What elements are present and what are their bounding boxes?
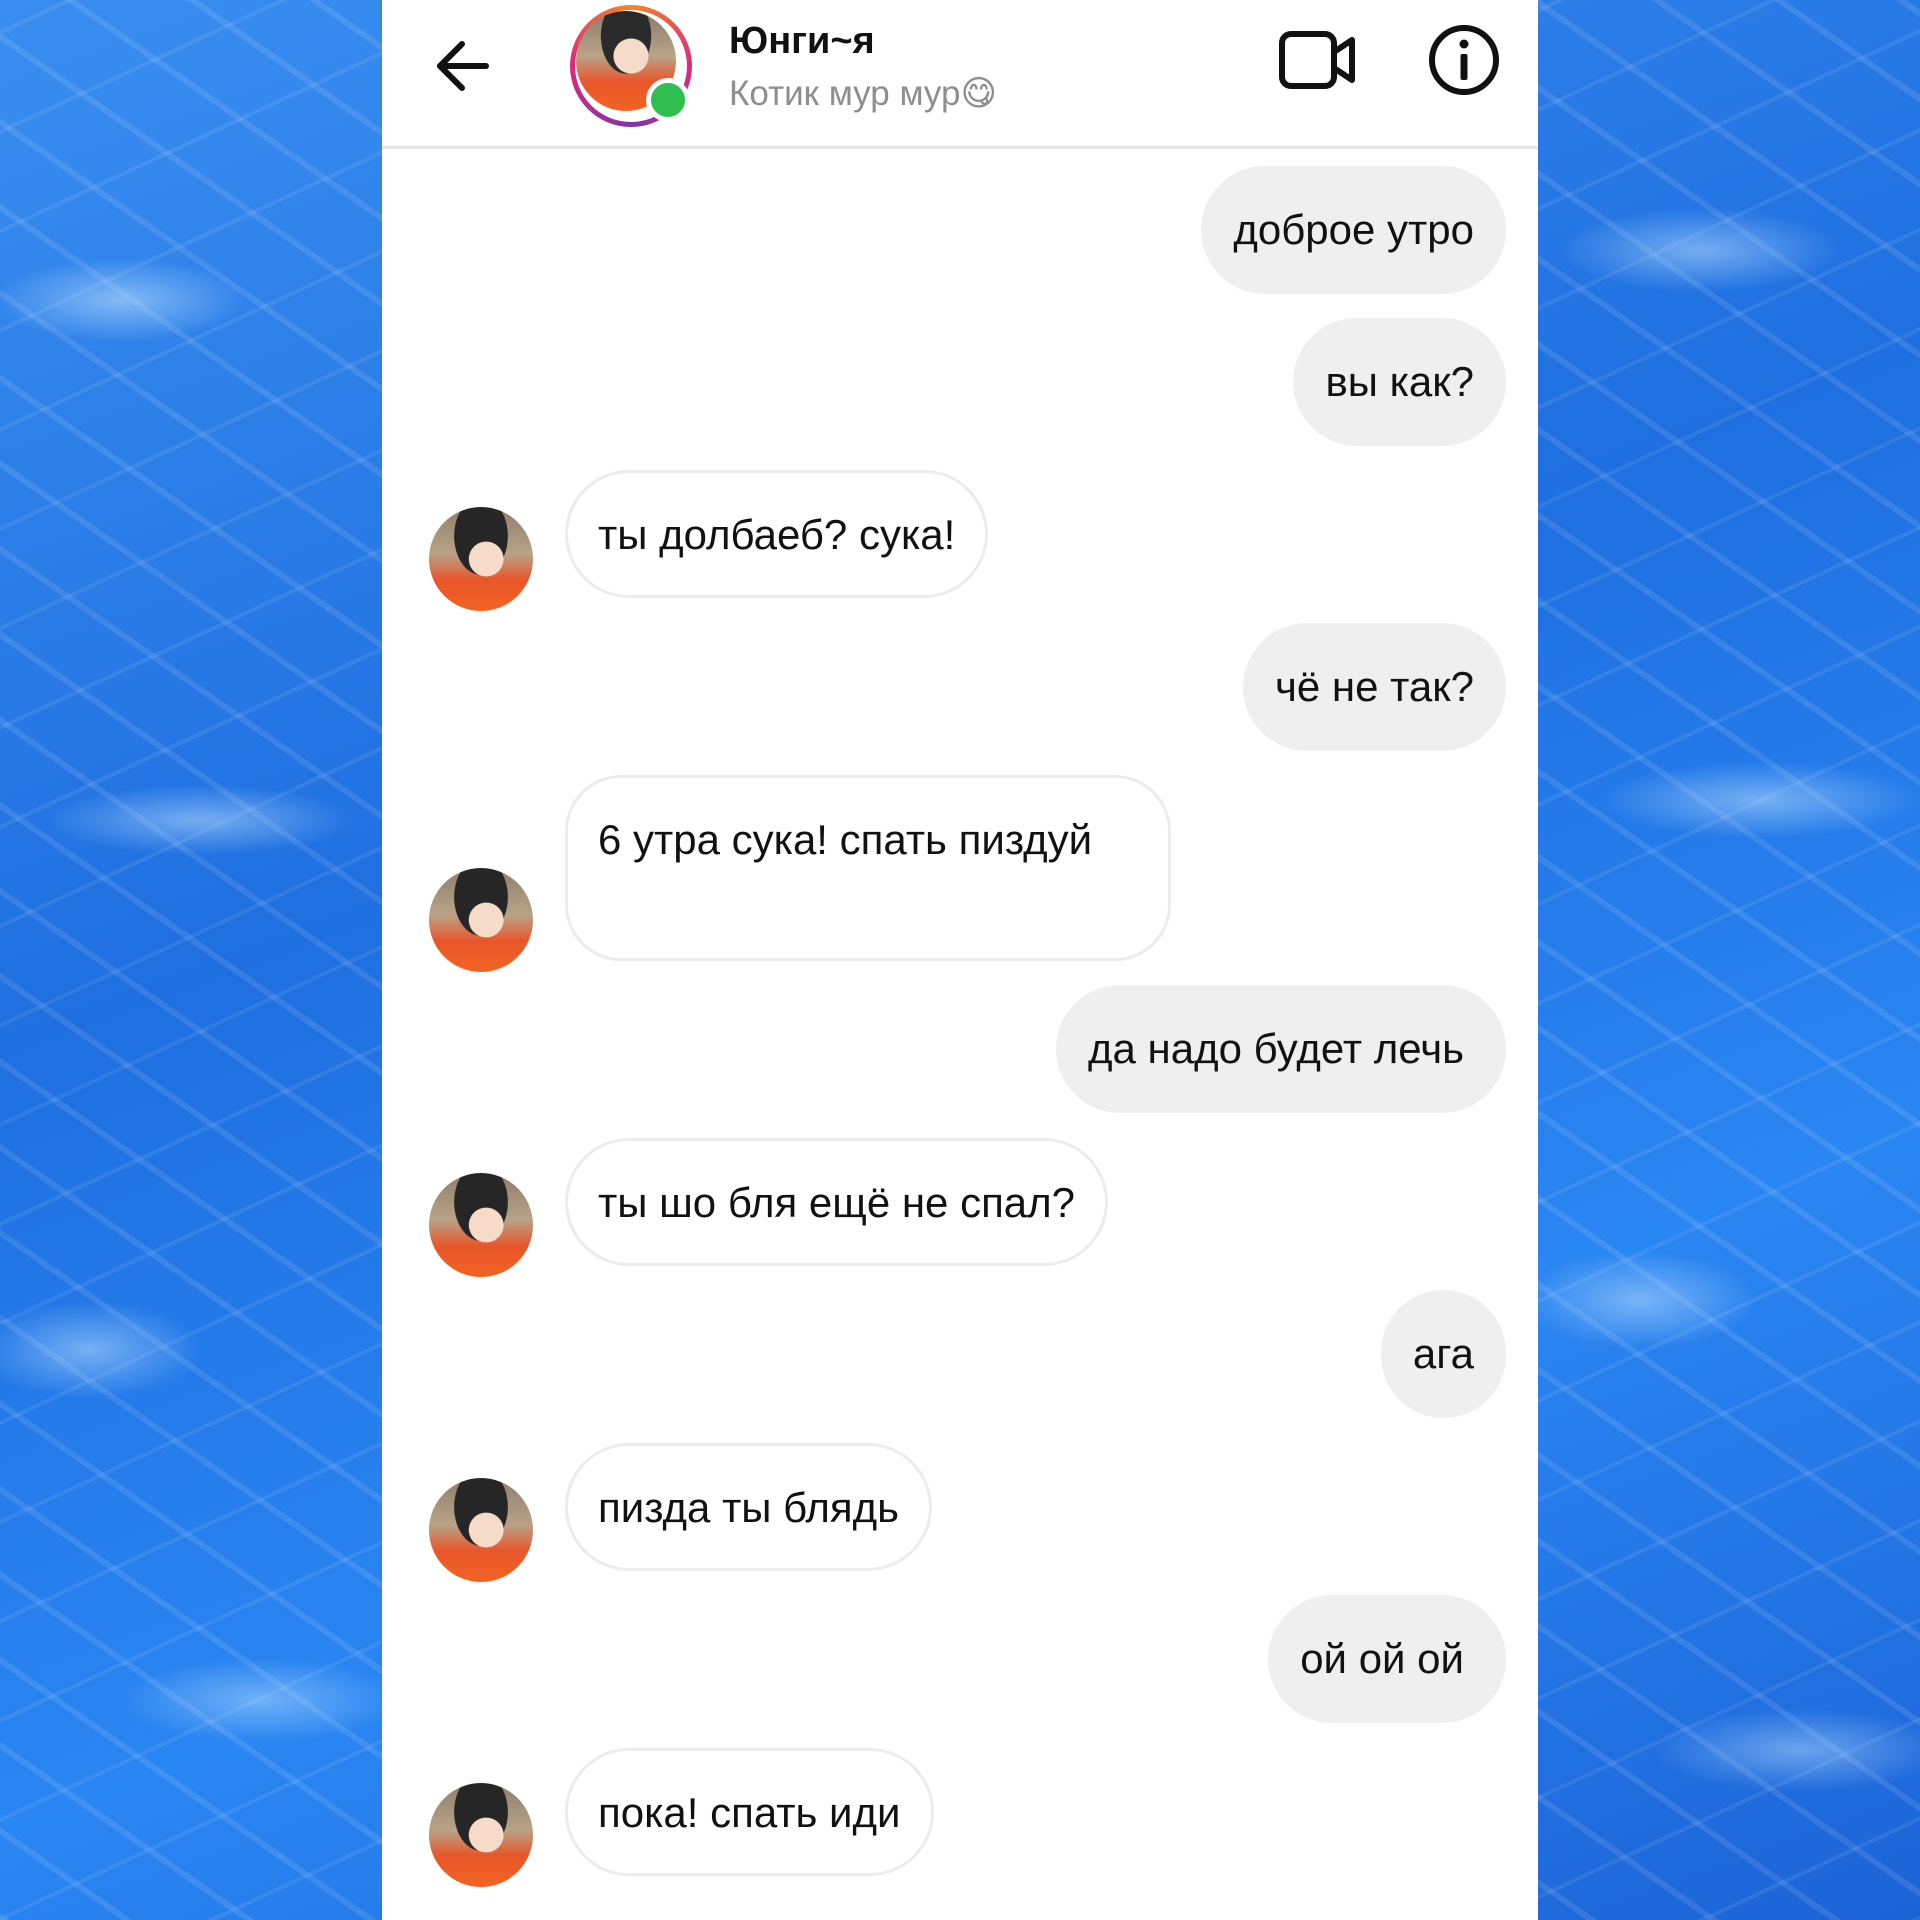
contact-name[interactable]: Юнги~я [729, 20, 875, 63]
info-button[interactable] [1428, 24, 1500, 96]
arrow-left-icon [437, 41, 489, 91]
sender-avatar[interactable] [429, 868, 533, 972]
message-incoming[interactable]: пизда ты блядь [565, 1443, 932, 1571]
info-icon [1429, 25, 1499, 95]
message-incoming[interactable]: ты долбаеб? сука! [565, 470, 989, 598]
sender-avatar[interactable] [429, 507, 533, 611]
chat-header: Юнги~я Котик мур мур😋 [382, 0, 1538, 149]
message-outgoing[interactable]: да надо будет лечь [1056, 985, 1506, 1113]
message-incoming[interactable]: 6 утра сука! спать пиздуй [565, 775, 1171, 961]
back-button[interactable] [432, 38, 492, 94]
message-incoming[interactable]: пока! спать иди [565, 1748, 934, 1876]
message-outgoing[interactable]: вы как? [1293, 318, 1506, 446]
video-call-button[interactable] [1278, 28, 1358, 92]
sender-avatar[interactable] [429, 1478, 533, 1582]
contact-status: Котик мур мур😋 [729, 74, 997, 113]
message-outgoing[interactable]: ой ой ой [1268, 1595, 1506, 1723]
message-outgoing[interactable]: чё не так? [1243, 623, 1506, 751]
message-outgoing[interactable]: доброе утро [1201, 166, 1506, 294]
chat-screen: Юнги~я Котик мур мур😋 доброе утро вы как… [382, 0, 1538, 1920]
message-incoming[interactable]: ты шо бля ещё не спал? [565, 1138, 1109, 1266]
sender-avatar[interactable] [429, 1783, 533, 1887]
sender-avatar[interactable] [429, 1173, 533, 1277]
message-outgoing[interactable]: ага [1380, 1290, 1506, 1418]
video-camera-icon [1279, 31, 1355, 89]
online-indicator [646, 78, 690, 122]
